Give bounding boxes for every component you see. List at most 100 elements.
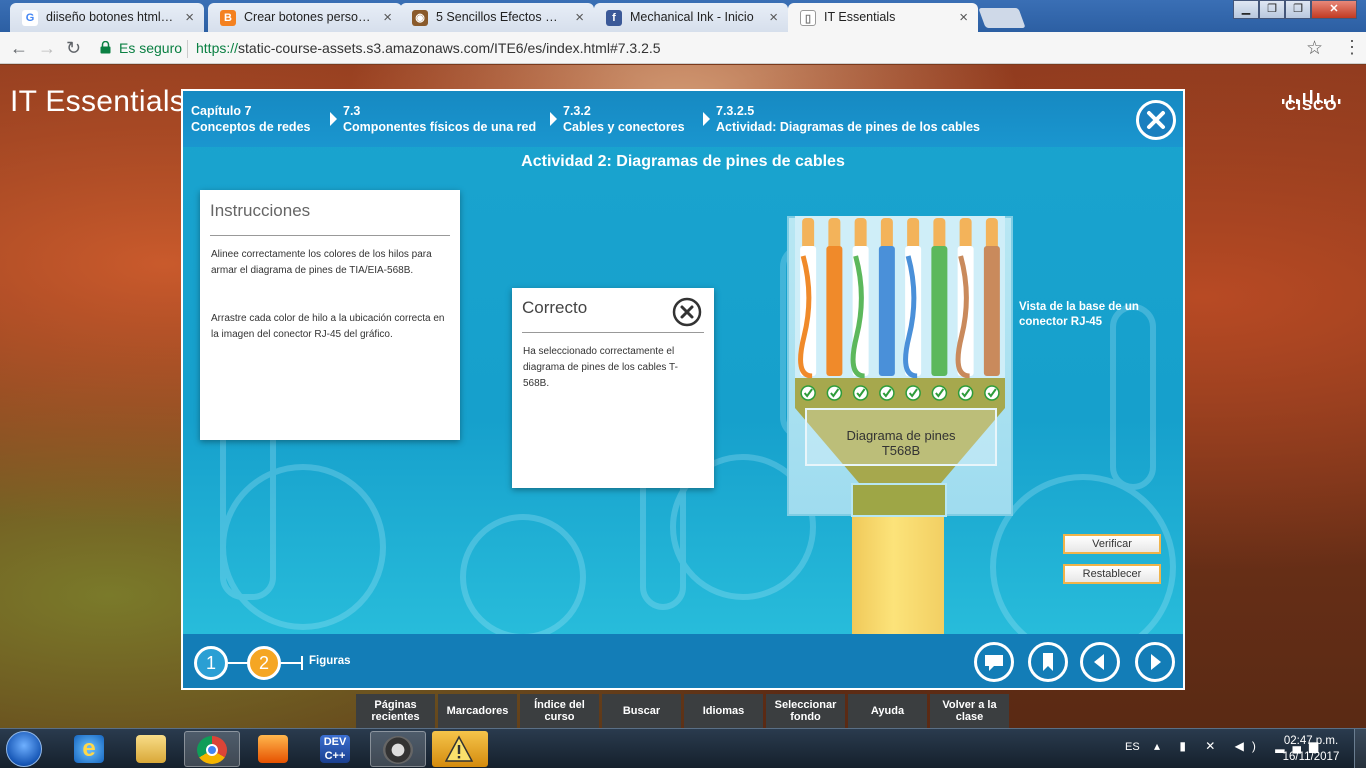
tab-label: diiseño botones html - B [46, 10, 174, 24]
restore-button[interactable]: ❐ [1259, 0, 1285, 19]
page-icon: ▯ [800, 10, 816, 26]
close-course-button[interactable] [1136, 100, 1176, 140]
comment-button[interactable] [974, 642, 1014, 682]
menu-recent-pages[interactable]: Páginas recientes [356, 694, 435, 728]
tab-label: Crear botones personaliz [244, 10, 372, 24]
check-icon [905, 385, 921, 401]
menu-course-index[interactable]: Índice del curso [520, 694, 599, 728]
tab-close-icon[interactable]: × [383, 3, 392, 32]
ie-icon[interactable]: e [62, 731, 118, 767]
clock-date[interactable]: 16/11/2017 [1276, 751, 1346, 763]
browser-tab-2[interactable]: B Crear botones personaliz × [208, 3, 402, 32]
wires-graphic [798, 218, 1000, 379]
cisco-wordmark: CISCO [1285, 97, 1338, 114]
forward-arrow-icon[interactable]: → [38, 38, 56, 58]
devcpp-icon[interactable]: DEV C++ [308, 731, 364, 767]
breadcrumb-name: Actividad: Diagramas de pines de los cab… [716, 120, 980, 134]
course-header: Capítulo 7 Conceptos de redes 7.3 Compon… [183, 91, 1183, 147]
wire-8[interactable] [983, 218, 1000, 376]
bookmark-button[interactable] [1028, 642, 1068, 682]
cable-jacket [852, 516, 944, 636]
show-desktop-button[interactable] [1354, 729, 1366, 768]
bookmark-star-icon[interactable]: ☆ [1306, 37, 1323, 60]
verify-button[interactable]: Verificar [1063, 534, 1161, 554]
facebook-icon: f [606, 10, 622, 26]
chevron-left-icon [1094, 654, 1104, 670]
window-close-button[interactable]: ✕ [1311, 0, 1357, 19]
figure-1-button[interactable]: 1 [194, 646, 228, 680]
maximize-button[interactable]: ❐ [1285, 0, 1311, 19]
next-button[interactable] [1135, 642, 1175, 682]
figure-connector [228, 662, 248, 664]
tab-label: 5 Sencillos Efectos Hover [436, 10, 564, 24]
chrome-icon[interactable] [184, 731, 240, 767]
breadcrumb-name: Cables y conectores [563, 120, 685, 134]
check-icon [879, 385, 895, 401]
menu-languages[interactable]: Idiomas [684, 694, 763, 728]
menu-search[interactable]: Buscar [602, 694, 681, 728]
tab-close-icon[interactable]: × [769, 3, 778, 32]
google-icon: G [22, 10, 38, 26]
lock-icon [100, 41, 111, 54]
browser-tab-4[interactable]: f Mechanical Ink - Inicio × [594, 3, 788, 32]
divider [522, 332, 704, 333]
breadcrumb-topic[interactable]: 7.3.2 Cables y conectores [563, 103, 685, 135]
url-field[interactable]: https://static-course-assets.s3.amazonaw… [196, 40, 661, 56]
chevron-right-icon [1151, 654, 1161, 670]
start-button[interactable] [6, 731, 42, 767]
close-feedback-icon[interactable] [672, 297, 702, 327]
wire-1[interactable] [798, 218, 817, 379]
figures-label: Figuras [309, 655, 351, 667]
minimize-button[interactable]: ▁ [1233, 0, 1259, 19]
instructions-panel: Instrucciones Alinee correctamente los c… [200, 190, 460, 440]
language-indicator[interactable]: ES [1125, 741, 1140, 753]
tab-label: IT Essentials [824, 10, 896, 24]
breadcrumb-activity[interactable]: 7.3.2.5 Actividad: Diagramas de pines de… [716, 103, 980, 135]
explorer-icon[interactable] [124, 731, 180, 767]
wire-6[interactable] [931, 218, 948, 376]
reload-icon[interactable]: ↻ [66, 38, 81, 58]
activity-title: Actividad 2: Diagramas de pines de cable… [521, 153, 845, 170]
menu-bookmarks[interactable]: Marcadores [438, 694, 517, 728]
wire-2[interactable] [826, 218, 843, 376]
menu-select-background[interactable]: Seleccionar fondo [766, 694, 845, 728]
tab-close-icon[interactable]: × [185, 3, 194, 32]
feedback-title: Correcto [522, 298, 588, 317]
breadcrumb-section[interactable]: 7.3 Componentes físicos de una red [343, 103, 536, 135]
tab-label: Mechanical Ink - Inicio [630, 10, 754, 24]
tab-close-icon[interactable]: × [959, 3, 968, 32]
secure-label[interactable]: Es seguro [119, 40, 182, 56]
tab-close-icon[interactable]: × [575, 3, 584, 32]
reset-button[interactable]: Restablecer [1063, 564, 1161, 584]
bookmark-icon [1043, 653, 1053, 671]
browser-menu-icon[interactable]: ⋮ [1343, 37, 1361, 57]
close-icon [1147, 111, 1165, 129]
speech-bubble-icon [985, 655, 1003, 671]
menu-help[interactable]: Ayuda [848, 694, 927, 728]
browser-tab-3[interactable]: ◉ 5 Sencillos Efectos Hover × [400, 3, 594, 32]
menu-return-to-class[interactable]: Volver a la clase [930, 694, 1009, 728]
wire-3[interactable] [850, 218, 869, 379]
wire-5[interactable] [903, 218, 922, 379]
divider [210, 235, 450, 236]
wire-7[interactable] [955, 218, 974, 379]
warning-icon[interactable] [432, 731, 488, 767]
breadcrumb-arrow-icon [703, 112, 710, 126]
breadcrumb-number: 7.3.2.5 [716, 104, 755, 118]
feedback-text: Ha seleccionado correctamente el diagram… [523, 346, 678, 389]
pinout-drop-zone[interactable]: Diagrama de pines T568B [805, 408, 997, 466]
breadcrumb-chapter[interactable]: Capítulo 7 Conceptos de redes [191, 103, 310, 135]
new-tab-button[interactable] [978, 8, 1026, 28]
figure-2-button[interactable]: 2 [247, 646, 281, 680]
clock-time[interactable]: 02:47 p.m. [1276, 735, 1346, 747]
wire-4[interactable] [878, 218, 895, 376]
back-arrow-icon[interactable]: ← [10, 38, 28, 58]
obs-icon[interactable] [370, 731, 426, 767]
feedback-panel: Correcto Ha seleccionado correctamente e… [512, 288, 714, 488]
previous-button[interactable] [1080, 642, 1120, 682]
media-player-icon[interactable] [246, 731, 302, 767]
browser-tab-5-active[interactable]: ▯ IT Essentials × [788, 3, 978, 32]
check-icon [931, 385, 948, 401]
browser-tab-1[interactable]: G diiseño botones html - B × [10, 3, 204, 32]
pinout-standard: T568B [881, 443, 921, 458]
